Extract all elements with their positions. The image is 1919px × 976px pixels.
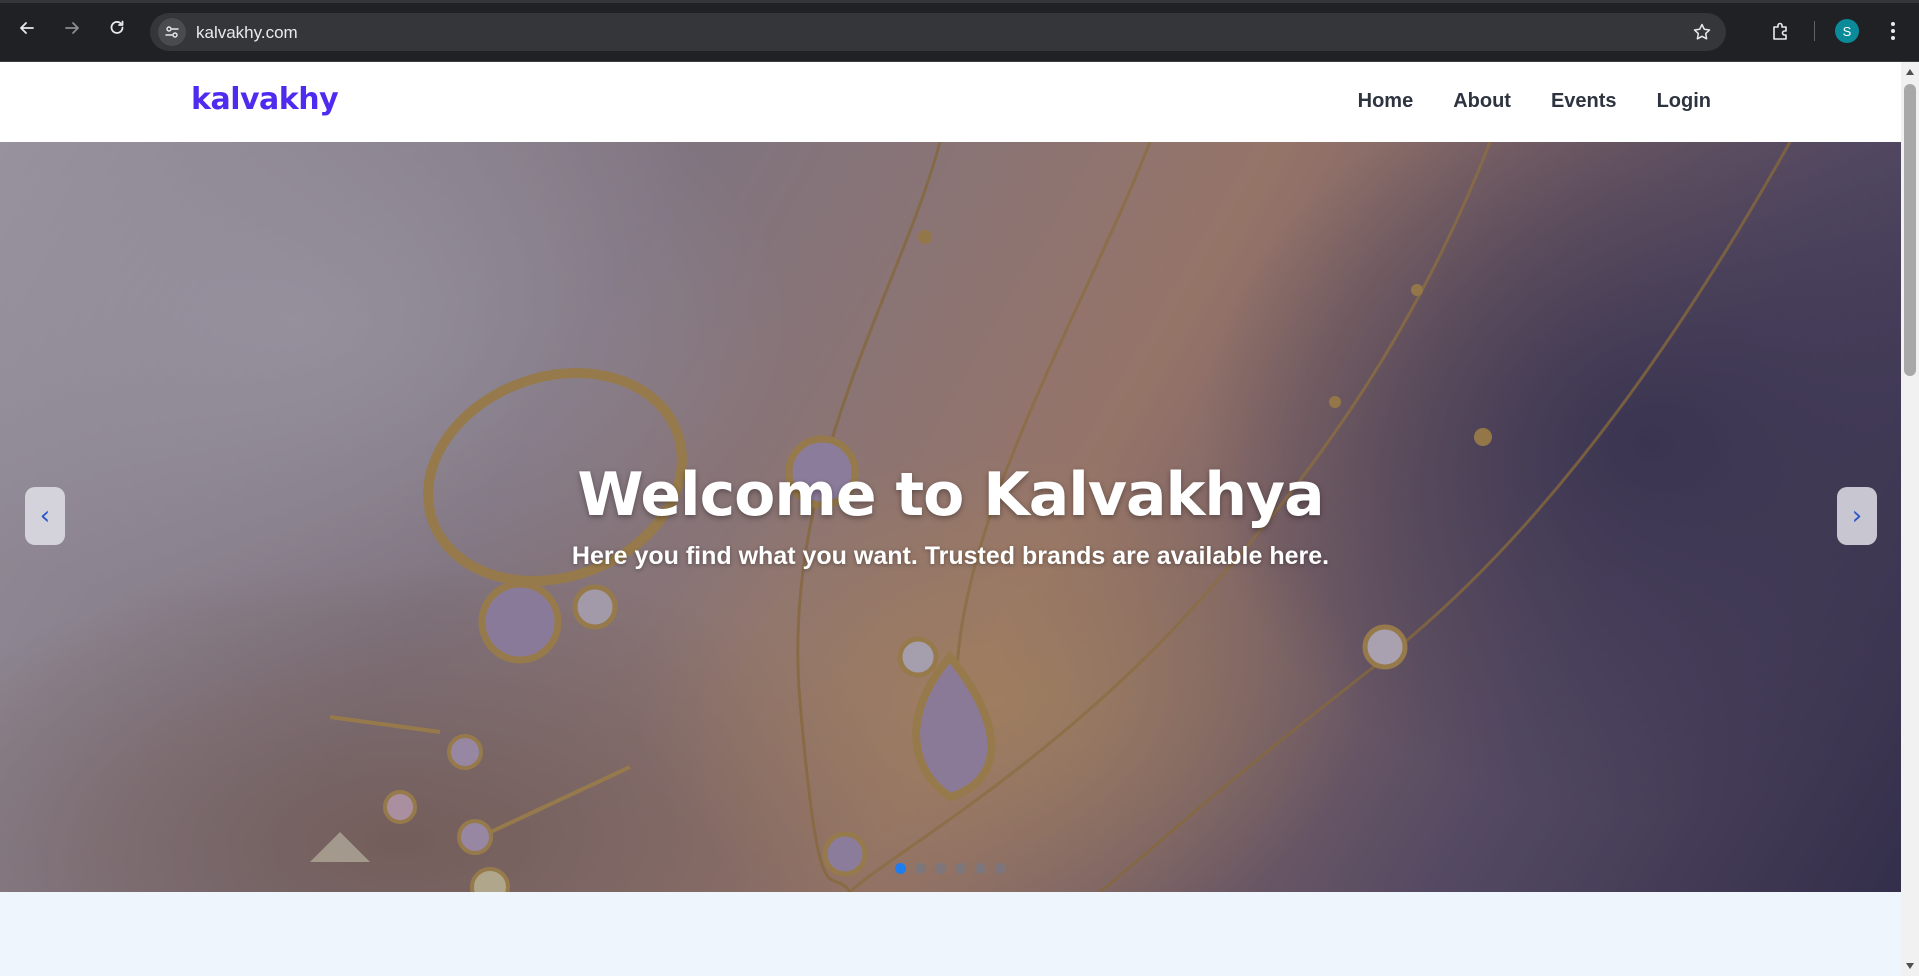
carousel-indicators	[895, 863, 1006, 874]
nav-events[interactable]: Events	[1551, 90, 1617, 113]
tab-strip	[0, 0, 1919, 3]
url-text[interactable]: kalvakhy.com	[196, 23, 298, 43]
chevron-right-icon: ›	[1851, 501, 1863, 531]
back-button[interactable]	[13, 14, 41, 42]
carousel-dot-6[interactable]	[995, 863, 1006, 874]
extensions-button[interactable]	[1768, 18, 1794, 44]
forward-button[interactable]	[58, 14, 86, 42]
page-scrollbar[interactable]	[1901, 62, 1919, 976]
scroll-up-arrow-icon[interactable]	[1905, 68, 1915, 76]
carousel-dot-4[interactable]	[955, 863, 966, 874]
scroll-down-arrow-icon[interactable]	[1905, 962, 1915, 970]
main-nav: Home About Events Login	[1358, 90, 1711, 113]
chevron-left-icon: ‹	[39, 501, 51, 531]
profile-avatar[interactable]: S	[1835, 19, 1859, 43]
reload-icon	[110, 20, 124, 34]
browser-menu-button[interactable]	[1880, 18, 1906, 44]
browser-toolbar: kalvakhy.com S	[0, 0, 1919, 62]
star-icon	[1693, 23, 1711, 40]
toolbar-divider	[1814, 21, 1815, 41]
arrow-right-icon	[65, 22, 79, 34]
address-bar[interactable]: kalvakhy.com	[150, 13, 1726, 51]
more-vertical-icon	[1891, 22, 1895, 40]
site-info-button[interactable]	[158, 18, 186, 46]
bookmark-button[interactable]	[1690, 20, 1714, 44]
nav-about[interactable]: About	[1453, 90, 1511, 113]
carousel-dot-1[interactable]	[895, 863, 906, 874]
carousel-dot-5[interactable]	[975, 863, 986, 874]
carousel-dot-3[interactable]	[935, 863, 946, 874]
carousel-dot-2[interactable]	[915, 863, 926, 874]
nav-login[interactable]: Login	[1657, 90, 1711, 113]
arrow-left-icon	[20, 22, 34, 34]
hero-carousel: Welcome to Kalvakhya Here you find what …	[0, 142, 1901, 892]
carousel-prev-button[interactable]: ‹	[25, 487, 65, 545]
site-header: kalvakhy Home About Events Login	[0, 62, 1901, 142]
tune-icon	[165, 26, 179, 38]
hero-subtitle: Here you find what you want. Trusted bra…	[571, 542, 1330, 570]
reload-button[interactable]	[103, 14, 131, 42]
puzzle-icon	[1773, 22, 1787, 40]
page-viewport: kalvakhy Home About Events Login Welcome…	[0, 62, 1901, 976]
nav-home[interactable]: Home	[1358, 90, 1414, 113]
brand-logo[interactable]: kalvakhy	[191, 82, 339, 117]
carousel-next-button[interactable]: ›	[1837, 487, 1877, 545]
scrollbar-thumb[interactable]	[1904, 84, 1916, 376]
hero-title: Welcome to Kalvakhya	[577, 460, 1324, 530]
